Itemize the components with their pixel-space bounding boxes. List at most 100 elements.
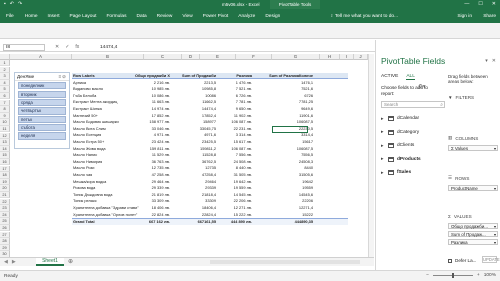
pivot-cell[interactable]: Масло Естра 50+ — [73, 139, 104, 145]
pivot-cell[interactable]: 22206 — [302, 198, 313, 204]
close-button[interactable]: ✕ — [492, 1, 496, 7]
values-chip[interactable]: Sum of Продаж... — [448, 231, 498, 237]
expand-icon[interactable]: ▸ — [381, 156, 385, 162]
pane-options-icon[interactable]: ▾ — [485, 58, 488, 64]
cancel-icon[interactable]: ✕ — [55, 44, 59, 50]
zoom-in-button[interactable]: + — [477, 273, 480, 278]
add-sheet-button[interactable]: ⊕ — [68, 258, 73, 265]
pivot-cell[interactable]: 2213,5 — [204, 80, 216, 86]
pivot-cell[interactable]: 7 781 лв. — [236, 99, 252, 105]
zoom-slider[interactable] — [432, 273, 473, 278]
pivot-cell[interactable]: 10 985 лв. — [152, 86, 170, 92]
column-header-f[interactable]: F — [236, 54, 272, 60]
pivot-cell[interactable]: 8 440 лв. — [236, 165, 252, 171]
tab-review[interactable]: Review — [152, 14, 178, 19]
pivot-cell[interactable]: 9649,6 — [301, 106, 313, 112]
vertical-scrollbar[interactable] — [368, 54, 374, 257]
pivot-cell[interactable]: Екстракт Мента акордиц — [73, 99, 117, 105]
slicer-item[interactable]: понеделник — [18, 82, 66, 90]
row-header[interactable]: 25 — [0, 218, 10, 225]
slicer-item[interactable]: четвъртък — [18, 107, 66, 115]
slicer-item[interactable]: петък — [18, 115, 66, 123]
pivot-cell[interactable]: 17 852 лв. — [152, 113, 170, 119]
pivot-cell[interactable]: 667161,55 — [198, 219, 216, 225]
pivot-cell[interactable]: 23 424 лв. — [152, 139, 170, 145]
pivot-cell[interactable]: 31 505 лв. — [234, 172, 252, 178]
row-header[interactable]: 19 — [0, 178, 10, 186]
pivot-header-sum-sales[interactable]: Sum of Продажби — [182, 73, 216, 79]
share-button[interactable]: Share — [483, 14, 496, 19]
formula-input[interactable]: 14474,4 — [100, 45, 117, 50]
pivot-cell[interactable]: Мешка/кора водка — [73, 179, 106, 185]
pivot-cell[interactable]: 6 726 лв. — [236, 93, 252, 99]
pivot-cell[interactable]: 11901,6 — [299, 113, 313, 119]
pivot-cell[interactable]: 158 977 лв. — [149, 119, 170, 125]
pivot-cell[interactable]: 15617 — [302, 139, 313, 145]
pivot-cell[interactable]: Екстракт Шипка — [73, 106, 102, 112]
tab-insert[interactable]: Insert — [43, 14, 65, 19]
slicer-panel[interactable]: ДенЯме ≡⊘ понеделник вторник сряда четвъ… — [14, 72, 70, 149]
pivot-header-total-sales[interactable]: Общо продажби Х — [135, 73, 170, 79]
pivot-cell[interactable]: 11 902 лв. — [234, 113, 252, 119]
rows-productname-chip[interactable]: ProductName — [448, 185, 498, 191]
pivot-cell[interactable]: Grand Total — [73, 219, 95, 225]
row-header[interactable]: 11 — [0, 126, 10, 133]
pivot-cell[interactable]: 21 819 лв. — [152, 192, 170, 198]
tab-power-pivot[interactable]: Power Pivot — [198, 14, 234, 19]
pivot-cell[interactable]: 14 974 лв. — [152, 106, 170, 112]
pivot-cell[interactable]: 19642 — [302, 179, 313, 185]
row-header[interactable]: 1 — [0, 60, 10, 67]
row-header[interactable]: 21 — [0, 192, 10, 199]
pivot-cell[interactable]: 8440 — [304, 165, 313, 171]
pivot-cell[interactable]: 7556,5 — [301, 152, 313, 158]
row-header[interactable]: 20 — [0, 185, 10, 192]
pivot-cell[interactable]: Масло Вита Слим — [73, 126, 106, 132]
row-header[interactable]: 13 — [0, 139, 10, 146]
area-columns[interactable]: ▥ COLUMNS Σ Values — [448, 135, 498, 151]
tab-analyze[interactable]: Analyze — [233, 14, 260, 19]
gear-icon[interactable]: ⚙▾ — [418, 84, 426, 90]
row-header[interactable]: 5 — [0, 86, 10, 93]
pivot-cell[interactable]: 3 314 лв. — [236, 132, 252, 138]
pivot-cell[interactable]: Масло Жива вода — [73, 146, 106, 152]
pivot-cell[interactable]: 33 046 лв. — [152, 126, 170, 132]
pivot-cell[interactable]: Виданово масло — [73, 86, 103, 92]
maximize-button[interactable]: ☐ — [478, 1, 482, 7]
column-header-b[interactable]: B — [72, 54, 144, 60]
pivot-cell[interactable]: Хранителна добавка "Орлов полет" — [73, 212, 137, 218]
tab-data[interactable]: Data — [131, 14, 151, 19]
minimize-button[interactable]: — — [464, 1, 469, 7]
pivot-cell[interactable]: 444890,35 — [295, 219, 313, 225]
column-header-g[interactable]: G — [272, 54, 320, 60]
row-header[interactable]: 6 — [0, 93, 10, 100]
sheet-tab-active[interactable]: Sheet1 — [36, 258, 64, 266]
pane-close-icon[interactable]: ✕ — [492, 58, 496, 64]
zoom-level[interactable]: 100% — [484, 273, 496, 278]
pivot-cell[interactable]: 4 971 лв. — [154, 132, 170, 138]
tab-formulas[interactable]: Formulas — [101, 14, 131, 19]
row-header[interactable]: 29 — [0, 244, 10, 252]
pivot-cell[interactable]: 29339 — [205, 185, 216, 191]
pivot-cell[interactable]: 10086 — [205, 93, 216, 99]
columns-values-chip[interactable]: Σ Values — [448, 145, 498, 151]
pivot-cell[interactable]: 22 231 лв. — [234, 126, 252, 132]
column-header-a[interactable]: A — [10, 54, 72, 60]
column-header-j[interactable]: J — [354, 54, 368, 60]
pivot-cell[interactable]: 33045,75 — [200, 126, 216, 132]
pivot-cell[interactable]: 1476,1 — [301, 80, 313, 86]
pivot-cell[interactable]: 18406,4 — [202, 205, 216, 211]
tell-me-box[interactable]: ♀ Tell me what you want to do... — [330, 14, 398, 19]
pivot-cell[interactable]: 12 271 лв. — [234, 205, 252, 211]
column-header-i[interactable]: I — [340, 54, 354, 60]
pivot-cell[interactable]: Гъба Белоба — [73, 93, 96, 99]
pivot-cell[interactable]: 15 617 лв. — [234, 139, 252, 145]
pivot-cell[interactable]: 14 545 лв. — [234, 192, 252, 198]
pivot-cell[interactable]: 106087,5 — [297, 146, 313, 152]
row-header[interactable]: 3 — [0, 73, 10, 80]
pivot-cell[interactable]: Тоник релакс — [73, 198, 97, 204]
pivot-cell[interactable]: 158977 — [203, 119, 216, 125]
pivot-cell[interactable]: 10985,8 — [202, 86, 216, 92]
column-header-e[interactable]: E — [200, 54, 236, 60]
pivot-cell[interactable]: Масло Есенция — [73, 132, 101, 138]
redo-icon[interactable]: ↷ — [18, 1, 22, 7]
